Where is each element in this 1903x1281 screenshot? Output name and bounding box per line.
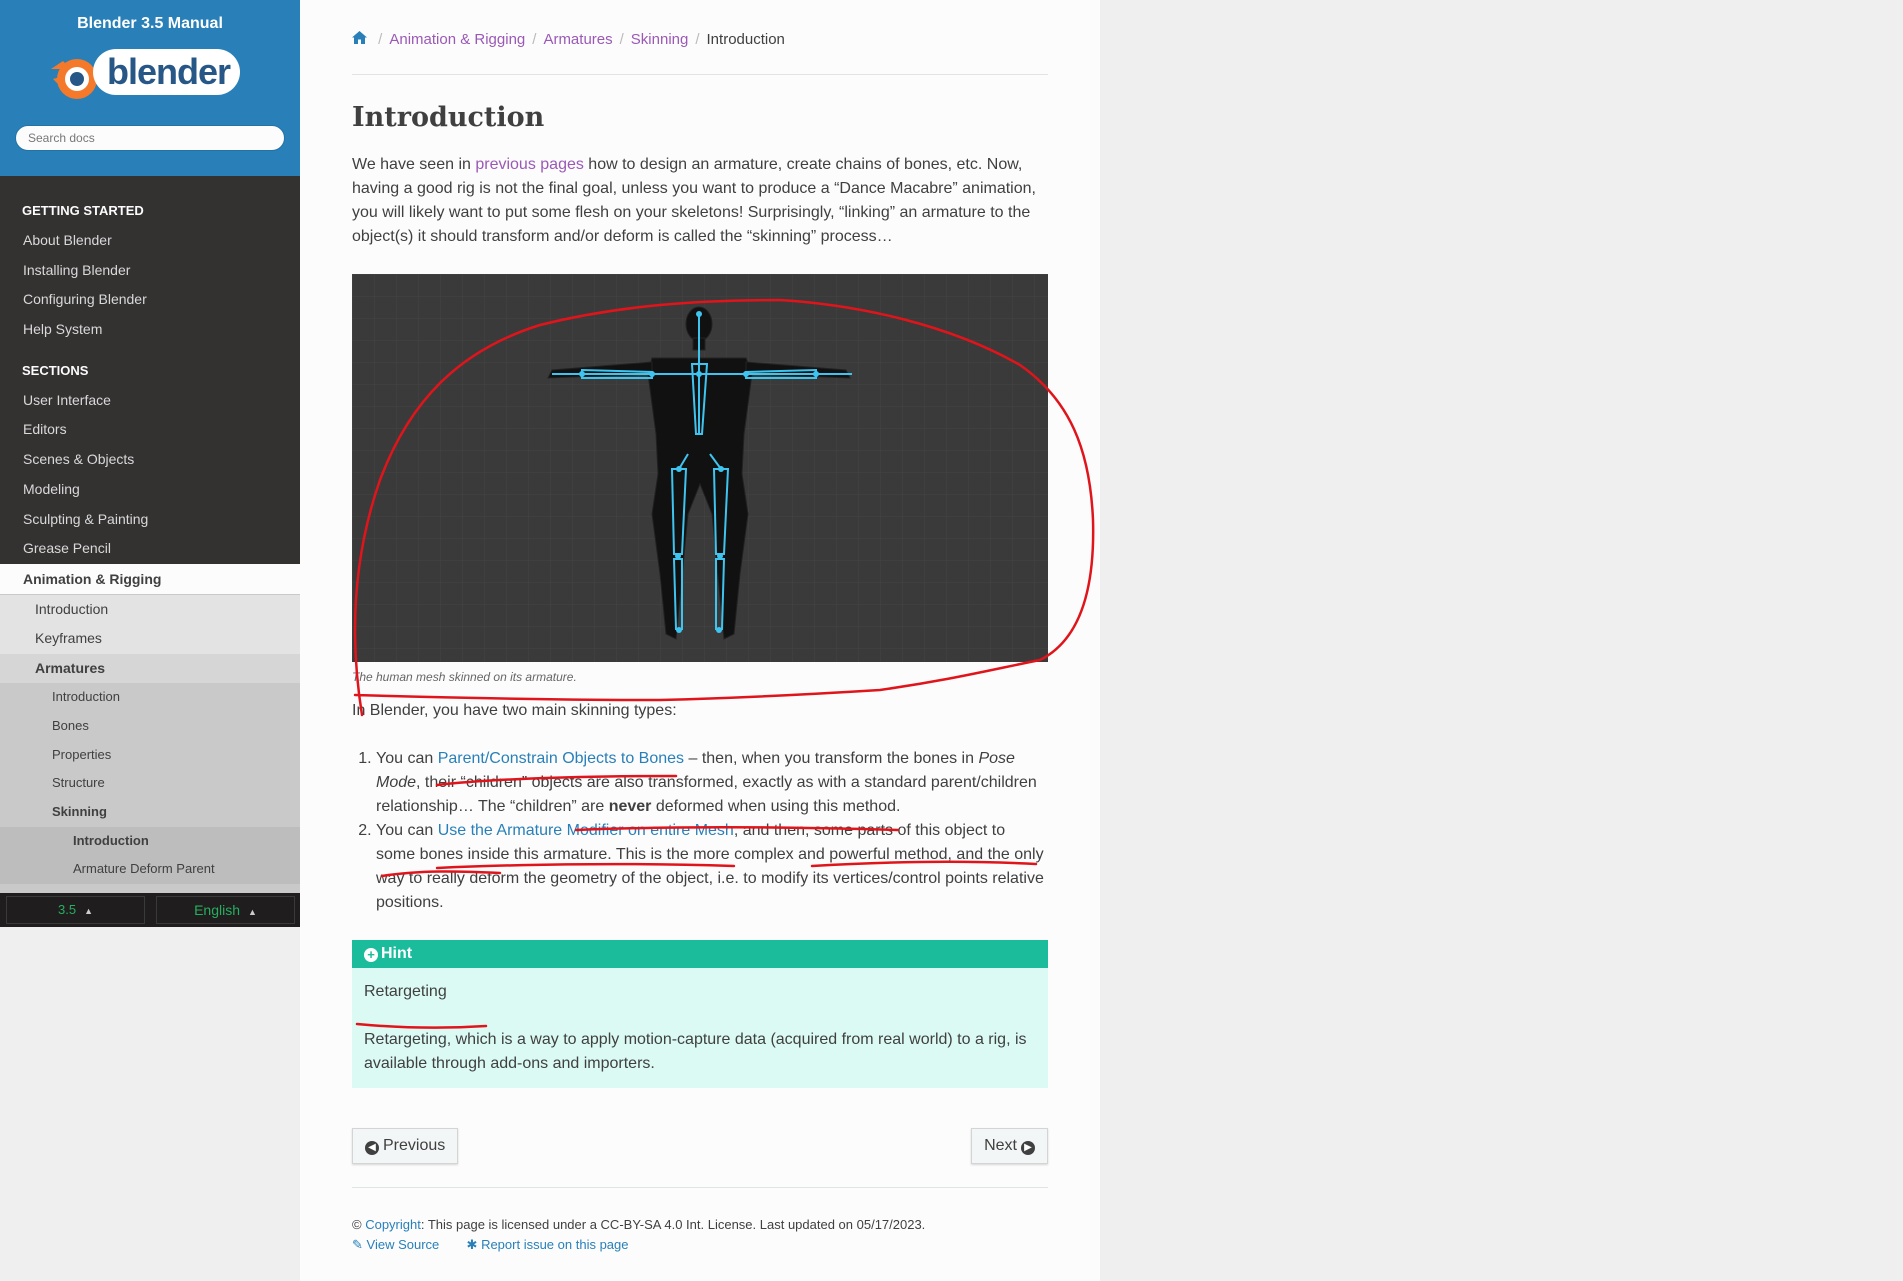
view-source-label: View Source [366, 1237, 440, 1252]
list-item: You can Parent/Constrain Objects to Bone… [376, 747, 1048, 819]
breadcrumb-skinning[interactable]: Skinning [631, 31, 689, 48]
previous-button[interactable]: ◀ Previous [352, 1128, 459, 1164]
previous-pages-link[interactable]: previous pages [475, 156, 584, 173]
never-text: never [608, 798, 652, 815]
sidebar-header: Blender 3.5 Manual blender [0, 0, 300, 176]
sidebar-item-keyframes[interactable]: Keyframes [0, 624, 300, 654]
sidebar-item-structure[interactable]: Structure [0, 769, 300, 799]
sidebar-item-modeling[interactable]: Modeling [0, 475, 300, 505]
intro-paragraph: We have seen in previous pages how to de… [352, 153, 1048, 249]
breadcrumb-separator: / [532, 31, 537, 48]
content-area: / Animation & Rigging / Armatures / Skinning /… [300, 0, 1100, 1281]
sidebar-item-properties[interactable]: Properties [0, 740, 300, 770]
hint-text: Retargeting, which is a way to apply mot… [364, 1031, 1027, 1072]
hint-subtitle: Retargeting [364, 983, 447, 1000]
breadcrumb-separator: / [695, 31, 700, 48]
version-selector[interactable]: 3.5 ▲ [6, 896, 145, 924]
sidebar-item-grease-pencil[interactable]: Grease Pencil [0, 534, 300, 564]
footer-license: © Copyright: This page is licensed under… [352, 1215, 1048, 1235]
footer: © Copyright: This page is licensed under… [352, 1187, 1048, 1255]
nav-caption-sections: SECTIONS [22, 362, 89, 378]
license-text: : This page is licensed under a CC-BY-SA… [420, 1217, 926, 1232]
version-label: 3.5 [58, 902, 77, 917]
sidebar-item-sculpting-painting[interactable]: Sculpting & Painting [0, 505, 300, 535]
sidebar-item-introduction[interactable]: Introduction [0, 594, 300, 625]
sidebar-item-armatures-introduction[interactable]: Introduction [0, 683, 300, 713]
language-label: English [194, 902, 240, 918]
sidebar-item-about-blender[interactable]: About Blender [0, 226, 300, 256]
skinned-mesh-illustration [352, 274, 1048, 662]
next-button[interactable]: Next ▶ [971, 1128, 1048, 1164]
caret-up-icon: ▲ [248, 907, 257, 917]
list-text: – then, when you transform the bones in [684, 750, 979, 767]
breadcrumb-separator: / [378, 31, 383, 48]
copyright-symbol: © [352, 1217, 366, 1232]
sidebar-item-armatures[interactable]: Armatures [0, 653, 300, 684]
home-icon[interactable] [352, 31, 371, 48]
sidebar-item-scenes-objects[interactable]: Scenes & Objects [0, 445, 300, 475]
skinning-types-intro: In Blender, you have two main skinning t… [352, 702, 677, 719]
arrow-circle-left-icon: ◀ [365, 1141, 379, 1155]
breadcrumb-animation-rigging[interactable]: Animation & Rigging [389, 31, 525, 48]
sidebar: Blender 3.5 Manual blender GETTING START… [0, 0, 300, 927]
breadcrumb-armatures[interactable]: Armatures [543, 31, 612, 48]
sidebar-item-skinning[interactable]: Skinning [0, 798, 300, 827]
language-selector[interactable]: English ▲ [156, 896, 295, 924]
version-bar: 3.5 ▲ English ▲ [0, 893, 300, 927]
parent-constrain-link[interactable]: Parent/Constrain Objects to Bones [438, 750, 684, 767]
caret-up-icon: ▲ [84, 906, 93, 916]
intro-text: We have seen in [352, 156, 476, 173]
footer-links: ✎ View Source ✱ Report issue on this pag… [352, 1235, 1048, 1255]
hint-title: + Hint [352, 940, 1048, 968]
figure-caption: The human mesh skinned on its armature. [352, 670, 577, 684]
sidebar-item-skinning-introduction[interactable]: Introduction [0, 826, 300, 856]
plus-circle-icon: + [364, 948, 378, 962]
armature-modifier-link[interactable]: Use the Armature Modifier on entire Mesh [438, 822, 734, 839]
report-issue-label: Report issue on this page [481, 1237, 629, 1252]
list-text: You can [376, 750, 438, 767]
edit-icon: ✎ [352, 1237, 363, 1252]
sidebar-item-user-interface[interactable]: User Interface [0, 386, 300, 416]
hint-admonition: + Hint Retargeting Retargeting, which is … [352, 940, 1048, 1088]
sidebar-item-configuring-blender[interactable]: Configuring Blender [0, 285, 300, 315]
report-issue-link[interactable]: ✱ Report issue on this page [467, 1237, 629, 1252]
copyright-link[interactable]: Copyright [365, 1217, 421, 1232]
hint-title-text: Hint [381, 945, 413, 962]
list-text: deformed when using this method. [651, 798, 901, 815]
previous-label: Previous [383, 1137, 446, 1154]
breadcrumb-current: Introduction [706, 31, 785, 48]
breadcrumb-separator: / [619, 31, 624, 48]
sidebar-item-animation-rigging[interactable]: Animation & Rigging [0, 563, 300, 595]
breadcrumb: / Animation & Rigging / Armatures / Skinning /… [352, 0, 1048, 75]
main-content: / Animation & Rigging / Armatures / Skinning /… [352, 0, 1048, 1252]
sidebar-item-bones[interactable]: Bones [0, 712, 300, 741]
arrow-circle-right-icon: ▶ [1021, 1141, 1035, 1155]
bug-icon: ✱ [466, 1237, 478, 1252]
hint-body: Retargeting Retargeting, which is a way … [352, 968, 1048, 1088]
list-text: You can [376, 822, 438, 839]
blender-logo[interactable]: blender [45, 45, 255, 107]
sidebar-item-armature-deform-parent[interactable]: Armature Deform Parent [0, 855, 300, 884]
manual-title[interactable]: Blender 3.5 Manual [0, 0, 300, 33]
next-label: Next [984, 1137, 1017, 1154]
search-input[interactable] [15, 125, 285, 151]
skinning-types-list: You can Parent/Constrain Objects to Bone… [352, 747, 1048, 915]
list-item: You can Use the Armature Modifier on ent… [376, 819, 1048, 915]
sidebar-item-help-system[interactable]: Help System [0, 315, 300, 345]
view-source-link[interactable]: ✎ View Source [352, 1237, 439, 1252]
page-title: Introduction [352, 102, 545, 133]
blender-logo-text: blender [93, 49, 241, 95]
armature-figure-image[interactable] [352, 274, 1048, 662]
nav-caption-getting-started: GETTING STARTED [22, 203, 144, 218]
sidebar-item-installing-blender[interactable]: Installing Blender [0, 256, 300, 286]
sidebar-item-editors[interactable]: Editors [0, 415, 300, 445]
